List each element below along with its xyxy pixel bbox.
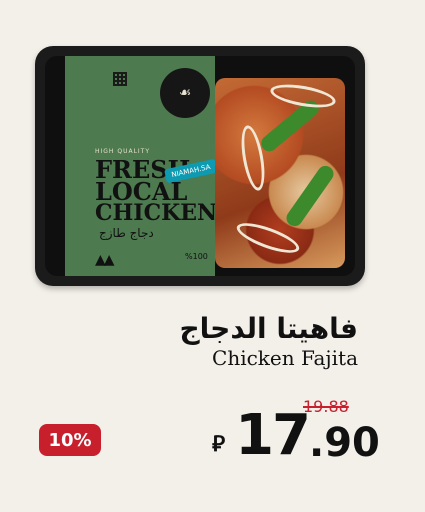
package-tagline: HIGH QUALITY	[95, 148, 151, 155]
tray-inner: ☙ HIGH QUALITY FRESH LOCAL CHICKEN NIAMA…	[45, 56, 355, 276]
package-line-3: CHICKEN	[95, 200, 218, 226]
product-card[interactable]: ☙ HIGH QUALITY FRESH LOCAL CHICKEN NIAMA…	[0, 0, 425, 512]
current-price: ⃁ 17 .90	[212, 398, 380, 468]
product-tray: ☙ HIGH QUALITY FRESH LOCAL CHICKEN NIAMA…	[35, 46, 365, 286]
chicken-icon: ▲▲	[95, 252, 114, 268]
food-photo	[215, 78, 345, 268]
product-name-english: Chicken Fajita	[212, 346, 358, 370]
qr-code-icon	[113, 72, 127, 86]
package-percent: %100	[185, 252, 208, 261]
product-name-arabic: فاهيتا الدجاج	[179, 312, 358, 345]
discount-badge: 10%	[39, 424, 101, 456]
brand-logo: ☙	[160, 68, 210, 118]
price-integer: 17	[235, 403, 311, 468]
price-decimal: .90	[309, 420, 380, 466]
currency-icon: ⃁	[212, 432, 226, 457]
product-image[interactable]: ☙ HIGH QUALITY FRESH LOCAL CHICKEN NIAMA…	[35, 46, 365, 286]
onion-ring	[237, 123, 269, 193]
package-arabic-text: دجاج طازج	[99, 226, 154, 240]
package-label: ☙ HIGH QUALITY FRESH LOCAL CHICKEN NIAMA…	[65, 56, 218, 276]
pepper-strip	[283, 162, 337, 230]
